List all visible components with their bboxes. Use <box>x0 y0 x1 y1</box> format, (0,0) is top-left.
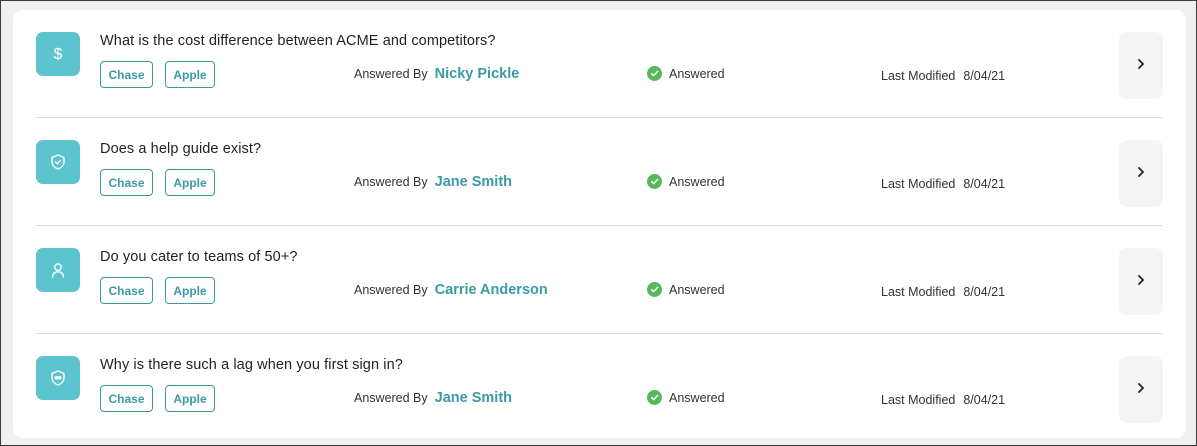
vpn-shield-icon <box>36 356 80 400</box>
last-modified: Last Modified 8/04/21 <box>881 177 1005 191</box>
answered-by: Answered By Carrie Anderson <box>354 282 548 298</box>
tag-apple[interactable]: Apple <box>165 277 215 304</box>
check-circle-icon <box>647 174 662 189</box>
open-question-button[interactable] <box>1119 356 1163 423</box>
question-title: Do you cater to teams of 50+? <box>100 249 298 265</box>
window-frame: $ What is the cost difference between AC… <box>0 0 1197 446</box>
questions-list: $ What is the cost difference between AC… <box>13 10 1186 438</box>
last-modified: Last Modified 8/04/21 <box>881 69 1005 83</box>
user-icon <box>36 248 80 292</box>
status-text: Answered <box>669 390 725 405</box>
tag-apple[interactable]: Apple <box>165 61 215 88</box>
answered-by-label: Answered By <box>354 391 428 405</box>
last-modified-label: Last Modified <box>881 177 956 191</box>
answerer-name[interactable]: Jane Smith <box>435 390 512 406</box>
question-title: Does a help guide exist? <box>100 141 262 157</box>
last-modified: Last Modified 8/04/21 <box>881 393 1005 407</box>
chevron-right-icon <box>1136 273 1146 291</box>
answered-by: Answered By Jane Smith <box>354 174 512 190</box>
last-modified-label: Last Modified <box>881 69 956 83</box>
open-question-button[interactable] <box>1119 32 1163 99</box>
question-title: What is the cost difference between ACME… <box>100 33 496 49</box>
dollar-icon: $ <box>36 32 80 76</box>
answered-by: Answered By Jane Smith <box>354 390 512 406</box>
tag-apple[interactable]: Apple <box>165 385 215 412</box>
check-circle-icon <box>647 282 662 297</box>
chevron-right-icon <box>1136 57 1146 75</box>
status-badge: Answered <box>647 174 725 189</box>
answered-by-label: Answered By <box>354 175 428 189</box>
answered-by-label: Answered By <box>354 67 428 81</box>
answered-by: Answered By Nicky Pickle <box>354 66 519 82</box>
status-badge: Answered <box>647 66 725 81</box>
tag-chase[interactable]: Chase <box>100 61 153 88</box>
answerer-name[interactable]: Nicky Pickle <box>435 66 520 82</box>
svg-text:$: $ <box>54 46 63 63</box>
tag-apple[interactable]: Apple <box>165 169 215 196</box>
chevron-right-icon <box>1136 381 1146 399</box>
last-modified-date: 8/04/21 <box>963 69 1006 83</box>
chevron-right-icon <box>1136 165 1146 183</box>
tag-chase[interactable]: Chase <box>100 169 153 196</box>
open-question-button[interactable] <box>1119 140 1163 207</box>
tag-chase[interactable]: Chase <box>100 277 153 304</box>
check-circle-icon <box>647 390 662 405</box>
last-modified: Last Modified 8/04/21 <box>881 285 1005 299</box>
status-text: Answered <box>669 174 725 189</box>
answerer-name[interactable]: Carrie Anderson <box>435 282 548 298</box>
last-modified-date: 8/04/21 <box>963 393 1006 407</box>
question-row[interactable]: Why is there such a lag when you first s… <box>36 334 1163 442</box>
question-row[interactable]: Does a help guide exist? Chase Apple Ans… <box>36 118 1163 226</box>
check-circle-icon <box>647 66 662 81</box>
question-row[interactable]: $ What is the cost difference between AC… <box>36 10 1163 118</box>
tag-chase[interactable]: Chase <box>100 385 153 412</box>
last-modified-label: Last Modified <box>881 393 956 407</box>
last-modified-label: Last Modified <box>881 285 956 299</box>
shield-check-icon <box>36 140 80 184</box>
status-text: Answered <box>669 66 725 81</box>
status-badge: Answered <box>647 282 725 297</box>
open-question-button[interactable] <box>1119 248 1163 315</box>
status-badge: Answered <box>647 390 725 405</box>
last-modified-date: 8/04/21 <box>963 285 1006 299</box>
question-row[interactable]: Do you cater to teams of 50+? Chase Appl… <box>36 226 1163 334</box>
answerer-name[interactable]: Jane Smith <box>435 174 512 190</box>
answered-by-label: Answered By <box>354 283 428 297</box>
status-text: Answered <box>669 282 725 297</box>
question-title: Why is there such a lag when you first s… <box>100 357 403 373</box>
last-modified-date: 8/04/21 <box>963 177 1006 191</box>
